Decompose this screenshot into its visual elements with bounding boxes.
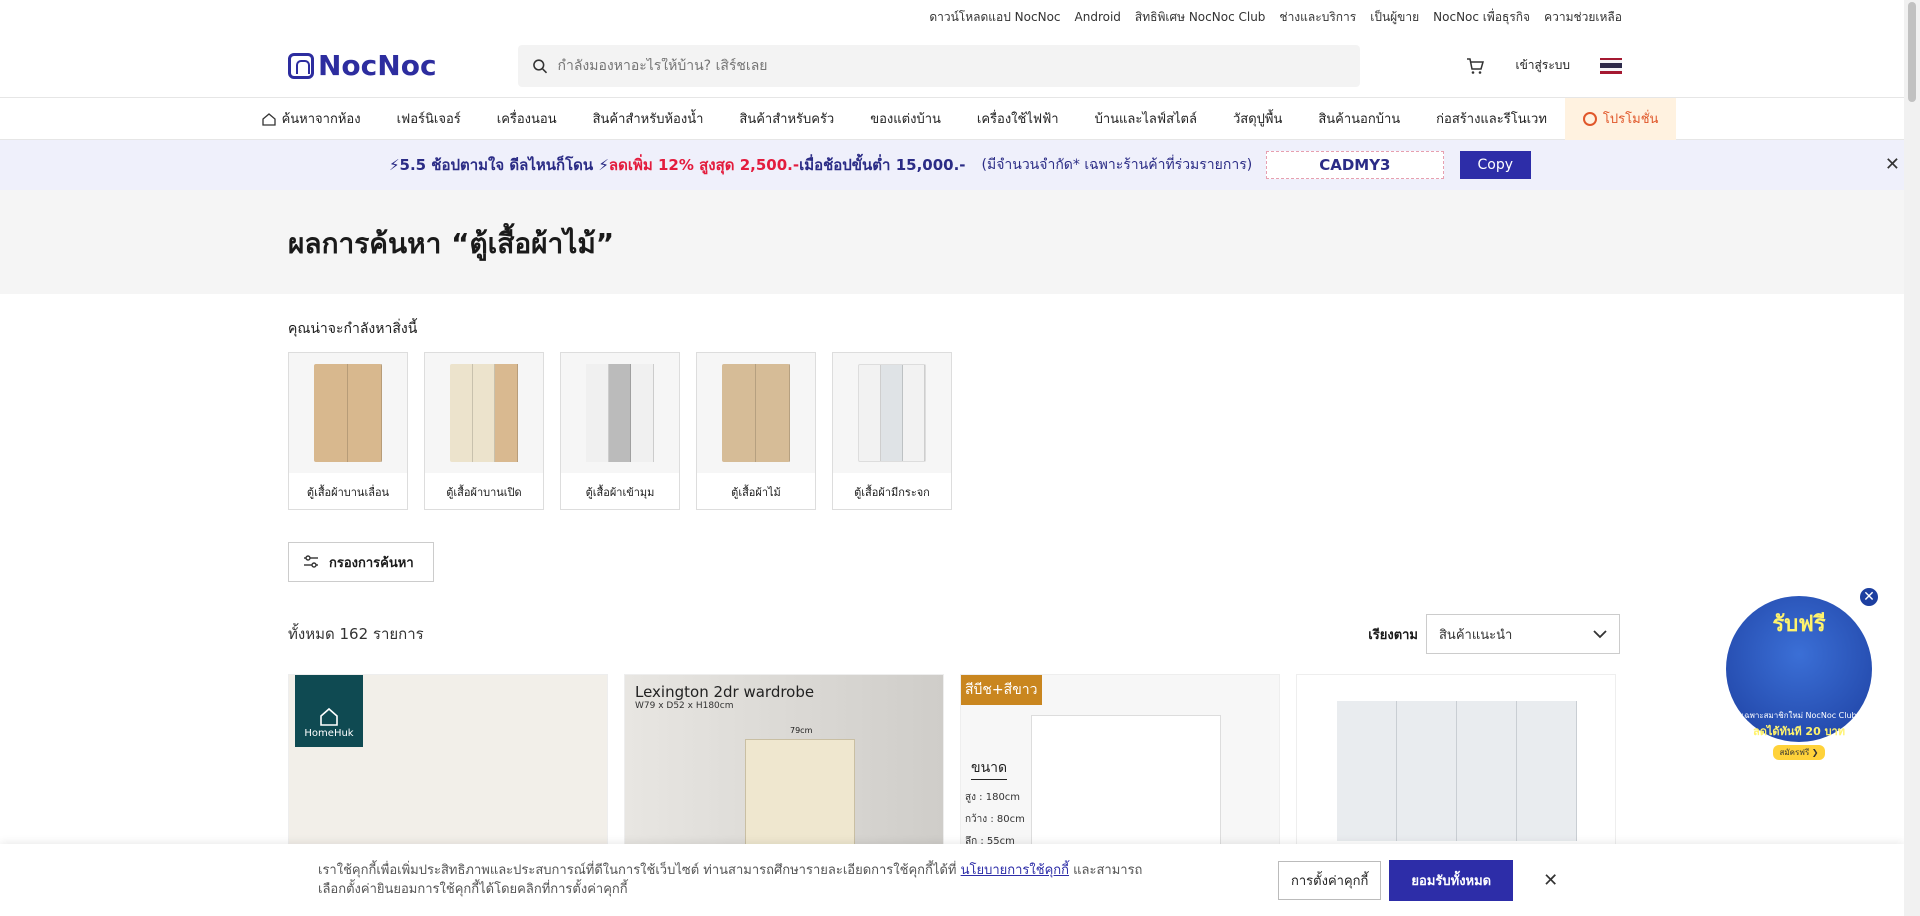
- filter-icon: [304, 555, 318, 568]
- filter-button[interactable]: กรองการค้นหา: [288, 542, 434, 582]
- cookie-settings-button[interactable]: การตั้งค่าคุกกี้: [1278, 860, 1382, 900]
- home-icon: [261, 112, 276, 126]
- result-count: ทั้งหมด 162 รายการ: [288, 625, 424, 643]
- suggestion-label: ตู้เสื้อผ้าบานเปิด: [446, 486, 522, 499]
- suggestion-heading: คุณน่าจะกำลังหาสิ่งนี้: [288, 321, 418, 337]
- promo-banner: ⚡5.5 ช้อปตามใจ ดีลไหนก็โดน ⚡ ลดเพิ่ม 12%…: [0, 140, 1920, 190]
- main-header: NocNoc เข้าสู่ระบบ: [0, 34, 1920, 98]
- category-outdoor[interactable]: สินค้านอกบ้าน: [1300, 98, 1418, 140]
- suggestion-image: [561, 353, 679, 473]
- club-promo-line2: ลดได้ทันที 20 บาท: [1753, 725, 1845, 738]
- login-button[interactable]: เข้าสู่ระบบ: [1506, 48, 1581, 83]
- product-image-title: Lexington 2dr wardrobe: [635, 683, 815, 701]
- cookie-text: เราใช้คุกกี้เพื่อเพิ่มประสิทธิภาพและประส…: [318, 863, 1143, 897]
- suggestion-label: ตู้เสื้อผ้าบานเลื่อน: [306, 486, 390, 499]
- cart-icon[interactable]: [1464, 55, 1486, 77]
- thai-flag-icon[interactable]: [1600, 57, 1622, 74]
- club-promo-title: รับฟรี: [1772, 612, 1826, 637]
- nocnoc-logo[interactable]: NocNoc: [288, 49, 518, 82]
- accept-all-cookies-button[interactable]: ยอมรับทั้งหมด: [1389, 859, 1514, 901]
- search-input[interactable]: [557, 57, 1346, 74]
- promotion-icon: [1582, 111, 1597, 126]
- category-flooring[interactable]: วัสดุปูพื้น: [1215, 98, 1300, 140]
- scrollbar-thumb[interactable]: [1908, 2, 1916, 102]
- suggestion-image: [697, 353, 815, 473]
- banner-text-2[interactable]: ลดเพิ่ม 12% สูงสุด 2,500.-: [609, 153, 799, 177]
- scrollbar[interactable]: [1904, 0, 1920, 916]
- copy-coupon-button[interactable]: Copy: [1459, 151, 1532, 179]
- category-appliances[interactable]: เครื่องใช้ไฟฟ้า: [959, 98, 1077, 140]
- category-home-lifestyle[interactable]: บ้านและไลฟ์สไตล์: [1077, 98, 1215, 140]
- top-link-business[interactable]: NocNoc เพื่อธุรกิจ: [1433, 8, 1530, 27]
- close-icon[interactable]: ✕: [1885, 154, 1900, 175]
- product-image-wardrobe: [1337, 701, 1577, 841]
- house-icon: [320, 707, 338, 726]
- product-color-tag: สีบีช+สีขาว: [961, 675, 1042, 705]
- club-promo-cta[interactable]: สมัครฟรี ❯: [1773, 745, 1825, 760]
- category-search-by-room[interactable]: ค้นหาจากห้อง: [244, 98, 379, 140]
- category-nav: ค้นหาจากห้อง เฟอร์นิเจอร์ เครื่องนอน สิน…: [0, 97, 1920, 140]
- suggestion-corner-wardrobe[interactable]: ตู้เสื้อผ้าเข้ามุม: [560, 352, 680, 510]
- suggestion-wood-wardrobe[interactable]: ตู้เสื้อผ้าไม้: [696, 352, 816, 510]
- top-link-help[interactable]: ความช่วยเหลือ: [1544, 8, 1622, 27]
- top-link-android[interactable]: Android: [1075, 10, 1121, 24]
- banner-text-3[interactable]: เมื่อช้อปขั้นต่ำ 15,000.-: [799, 153, 965, 177]
- category-promotion[interactable]: โปรโมชั่น: [1564, 97, 1677, 140]
- sort-value: สินค้าแนะนำ: [1439, 627, 1513, 643]
- category-furniture[interactable]: เฟอร์นิเจอร์: [379, 98, 479, 140]
- sort-dropdown[interactable]: สินค้าแนะนำ: [1426, 614, 1620, 654]
- suggestion-image: [833, 353, 951, 473]
- product-image-subtitle: W79 x D52 x H180cm: [635, 701, 734, 711]
- suggestion-hinged-wardrobe[interactable]: ตู้เสื้อผ้าบานเปิด: [424, 352, 544, 510]
- brand-logo: HomeHuk: [295, 675, 363, 747]
- coupon-code[interactable]: CADMY3: [1266, 151, 1444, 179]
- category-construction[interactable]: ก่อสร้างและรีโนเวท: [1418, 98, 1565, 140]
- sort-label: เรียงตาม: [1368, 627, 1418, 643]
- suggestion-image: [425, 353, 543, 473]
- suggestion-label: ตู้เสื้อผ้าเข้ามุม: [585, 486, 655, 499]
- sort-control: เรียงตาม สินค้าแนะนำ: [1368, 614, 1620, 654]
- page-title: ผลการค้นหา “ตู้เสื้อผ้าไม้”: [288, 227, 615, 260]
- results-header: ผลการค้นหา “ตู้เสื้อผ้าไม้”: [0, 190, 1920, 294]
- category-bathroom[interactable]: สินค้าสำหรับห้องน้ำ: [575, 98, 722, 140]
- banner-text-4[interactable]: (มีจำนวนจำกัด* เฉพาะร้านค้าที่ร่วมรายการ…: [982, 154, 1253, 176]
- suggestion-label: ตู้เสื้อผ้าไม้: [731, 486, 781, 499]
- club-promo-line1: เฉพาะสมาชิกใหม่ NocNoc Club: [1741, 711, 1857, 720]
- banner-text-1[interactable]: ⚡5.5 ช้อปตามใจ ดีลไหนก็โดน ⚡: [389, 153, 609, 177]
- search-icon: [533, 58, 548, 73]
- close-icon[interactable]: ✕: [1543, 870, 1558, 891]
- suggestion-image: [289, 353, 407, 473]
- category-bedding[interactable]: เครื่องนอน: [479, 98, 575, 140]
- search-bar[interactable]: [518, 44, 1360, 87]
- product-size-label: ขนาด: [971, 757, 1008, 780]
- suggestion-sliding-wardrobe[interactable]: ตู้เสื้อผ้าบานเลื่อน: [288, 352, 408, 510]
- top-link-bar: ดาวน์โหลดแอป NocNoc Android สิทธิพิเศษ N…: [0, 0, 1920, 34]
- top-link-download-app[interactable]: ดาวน์โหลดแอป NocNoc: [929, 8, 1060, 27]
- results-content: คุณน่าจะกำลังหาสิ่งนี้ ตู้เสื้อผ้าบานเลื…: [0, 294, 1920, 914]
- club-promo-badge[interactable]: รับฟรี เฉพาะสมาชิกใหม่ NocNoc Club ลดได้…: [1726, 596, 1872, 760]
- suggestion-mirror-wardrobe[interactable]: ตู้เสื้อผ้ามีกระจก: [832, 352, 952, 510]
- logo-text: NocNoc: [318, 49, 437, 82]
- category-decor[interactable]: ของแต่งบ้าน: [852, 98, 959, 140]
- logo-icon: [288, 52, 314, 79]
- suggestion-list: ตู้เสื้อผ้าบานเลื่อน ตู้เสื้อผ้าบานเปิด …: [288, 352, 1920, 510]
- cookie-policy-link[interactable]: นโยบายการใช้คุกกี้: [961, 863, 1069, 878]
- top-link-services[interactable]: ช่างและบริการ: [1279, 8, 1356, 27]
- top-link-become-seller[interactable]: เป็นผู้ขาย: [1370, 8, 1419, 27]
- cookie-banner: เราใช้คุกกี้เพื่อเพิ่มประสิทธิภาพและประส…: [0, 844, 1904, 916]
- suggestion-label: ตู้เสื้อผ้ามีกระจก: [854, 486, 930, 499]
- close-icon[interactable]: ✕: [1858, 586, 1880, 608]
- chevron-down-icon: [1593, 630, 1607, 639]
- top-link-nocnoc-club[interactable]: สิทธิพิเศษ NocNoc Club: [1135, 8, 1266, 27]
- category-kitchen[interactable]: สินค้าสำหรับครัว: [721, 98, 852, 140]
